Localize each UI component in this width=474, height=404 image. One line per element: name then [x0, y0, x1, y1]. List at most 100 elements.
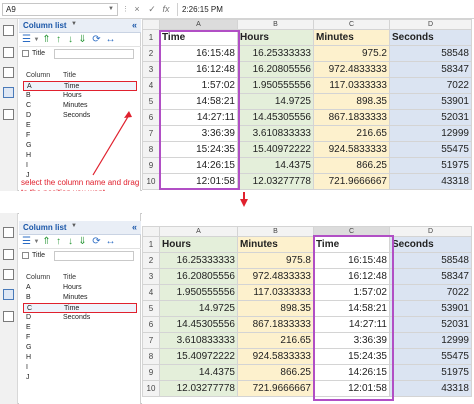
row-number[interactable]: 5 [142, 93, 160, 110]
select-all-corner[interactable] [142, 19, 160, 30]
sheet-icon[interactable] [3, 47, 14, 58]
find-replace-icon[interactable] [3, 109, 14, 120]
data-cell[interactable]: 867.1833333 [237, 316, 314, 333]
row-number[interactable]: 3 [142, 268, 160, 285]
list-item[interactable]: G [23, 343, 137, 353]
header-cell[interactable]: Seconds [389, 29, 472, 46]
data-cell[interactable]: 721.9666667 [313, 173, 390, 190]
data-cell[interactable]: 3.610833333 [237, 125, 314, 142]
row-number[interactable]: 5 [142, 300, 160, 317]
column-letter[interactable]: D [389, 226, 472, 237]
list-item[interactable]: B Hours [23, 91, 137, 101]
header-cell[interactable]: Seconds [389, 236, 472, 253]
data-cell[interactable]: 3.610833333 [159, 332, 238, 349]
row-number[interactable]: 10 [142, 173, 160, 190]
select-all-corner[interactable] [142, 226, 160, 237]
row-number[interactable]: 2 [142, 252, 160, 269]
collapse-icon[interactable]: « [132, 20, 137, 30]
workbook-icon[interactable] [3, 25, 14, 36]
data-cell[interactable]: 14.45305556 [159, 316, 238, 333]
title-checkbox[interactable] [22, 252, 29, 259]
data-cell[interactable]: 898.35 [237, 300, 314, 317]
data-cell[interactable]: 58347 [389, 268, 472, 285]
chevron-down-icon[interactable]: ▼ [71, 223, 77, 229]
row-number[interactable]: 8 [142, 141, 160, 158]
data-cell[interactable]: 15.40972222 [237, 141, 314, 158]
row-number[interactable]: 1 [142, 236, 160, 253]
move-down-icon[interactable]: ↓ [65, 34, 76, 46]
refresh-icon[interactable]: ⟳ [91, 236, 102, 248]
move-up-icon[interactable]: ↑ [53, 34, 64, 46]
data-cell[interactable]: 3:36:39 [313, 332, 390, 349]
list-item[interactable]: E [23, 323, 137, 333]
name-manager-icon[interactable] [3, 67, 14, 78]
data-cell[interactable]: 12:01:58 [313, 380, 390, 397]
data-cell[interactable]: 58548 [389, 252, 472, 269]
column-letter[interactable]: B [237, 226, 314, 237]
data-cell[interactable]: 975.2 [313, 45, 390, 62]
data-cell[interactable]: 867.1833333 [313, 109, 390, 126]
data-cell[interactable]: 924.5833333 [313, 141, 390, 158]
data-cell[interactable]: 16:15:48 [313, 252, 390, 269]
column-letter[interactable]: C [313, 19, 390, 30]
data-cell[interactable]: 43318 [389, 380, 472, 397]
row-number[interactable]: 4 [142, 284, 160, 301]
function-icon[interactable]: fx [160, 3, 172, 16]
move-first-icon[interactable]: ⇑ [41, 34, 52, 46]
data-cell[interactable]: 7022 [389, 284, 472, 301]
data-cell[interactable]: 924.5833333 [237, 348, 314, 365]
move-last-icon[interactable]: ⇓ [77, 236, 88, 248]
list-item[interactable]: D Seconds [23, 313, 137, 323]
expand-icon[interactable]: ↔ [105, 34, 116, 46]
find-replace-icon[interactable] [3, 311, 14, 322]
data-cell[interactable]: 14.9725 [159, 300, 238, 317]
list-item[interactable]: I [23, 363, 137, 373]
list-item[interactable]: A Hours [23, 283, 137, 293]
column-letter[interactable]: B [237, 19, 314, 30]
data-cell[interactable]: 51975 [389, 157, 472, 174]
header-cell[interactable]: Hours [237, 29, 314, 46]
data-cell[interactable]: 16:15:48 [159, 45, 238, 62]
row-number[interactable]: 3 [142, 61, 160, 78]
list-item[interactable]: C Time [23, 303, 137, 313]
data-cell[interactable]: 14:58:21 [313, 300, 390, 317]
data-cell[interactable]: 58347 [389, 61, 472, 78]
data-cell[interactable]: 12.03277778 [159, 380, 238, 397]
data-cell[interactable]: 12999 [389, 125, 472, 142]
expand-icon[interactable]: ↔ [105, 236, 116, 248]
move-last-icon[interactable]: ⇓ [77, 34, 88, 46]
data-cell[interactable]: 866.25 [313, 157, 390, 174]
row-number[interactable]: 9 [142, 364, 160, 381]
data-cell[interactable]: 1:57:02 [313, 284, 390, 301]
data-cell[interactable]: 12:01:58 [159, 173, 238, 190]
formula-input[interactable]: 2:26:15 PM [177, 3, 472, 16]
data-cell[interactable]: 55475 [389, 141, 472, 158]
header-cell[interactable]: Hours [159, 236, 238, 253]
column-letter[interactable]: D [389, 19, 472, 30]
header-cell[interactable]: Time [313, 236, 390, 253]
data-cell[interactable]: 16:12:48 [159, 61, 238, 78]
data-cell[interactable]: 15.40972222 [159, 348, 238, 365]
data-cell[interactable]: 55475 [389, 348, 472, 365]
data-cell[interactable]: 16.20805556 [159, 268, 238, 285]
data-cell[interactable]: 1.950555556 [159, 284, 238, 301]
cancel-icon[interactable]: × [131, 3, 143, 16]
header-cell[interactable]: Minutes [237, 236, 314, 253]
list-item[interactable]: J [23, 373, 137, 383]
data-cell[interactable]: 14:58:21 [159, 93, 238, 110]
row-number[interactable]: 9 [142, 157, 160, 174]
list-item[interactable]: F [23, 333, 137, 343]
data-cell[interactable]: 14.4375 [237, 157, 314, 174]
data-cell[interactable]: 12999 [389, 332, 472, 349]
data-cell[interactable]: 43318 [389, 173, 472, 190]
data-cell[interactable]: 16.25333333 [237, 45, 314, 62]
move-first-icon[interactable]: ⇑ [41, 236, 52, 248]
header-cell[interactable]: Time [159, 29, 238, 46]
data-cell[interactable]: 58548 [389, 45, 472, 62]
row-number[interactable]: 6 [142, 109, 160, 126]
data-cell[interactable]: 14.4375 [159, 364, 238, 381]
row-number[interactable]: 1 [142, 29, 160, 46]
data-cell[interactable]: 972.4833333 [313, 61, 390, 78]
row-number[interactable]: 7 [142, 332, 160, 349]
data-cell[interactable]: 52031 [389, 109, 472, 126]
